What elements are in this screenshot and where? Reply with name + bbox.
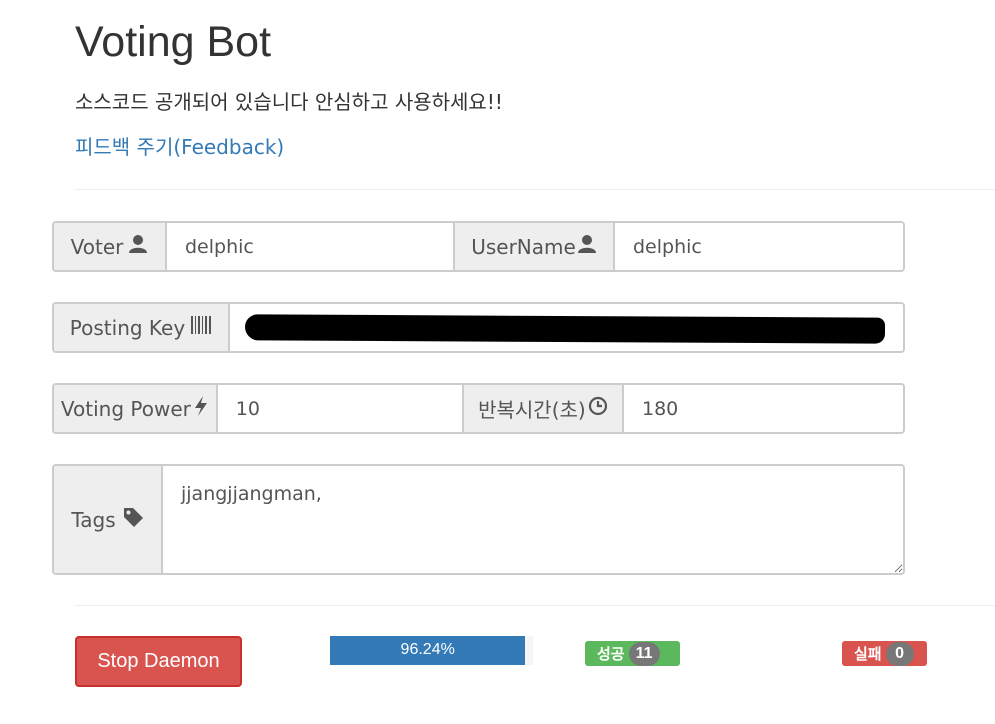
page: Voting Bot 소스코드 공개되어 있습니다 안심하고 사용하세요!! 피… xyxy=(0,0,995,724)
repeat-time-label: 반복시간(초) xyxy=(478,398,586,422)
page-subtitle: 소스코드 공개되어 있습니다 안심하고 사용하세요!! xyxy=(75,90,503,114)
fail-count-badge: 0 xyxy=(885,641,914,666)
username-label: UserName xyxy=(471,234,576,259)
fail-status: 실패 0 xyxy=(842,641,927,666)
stop-daemon-button[interactable]: Stop Daemon xyxy=(75,636,242,687)
header-divider xyxy=(75,189,995,190)
user-icon xyxy=(128,234,148,259)
feedback-link[interactable]: 피드백 주기(Feedback) xyxy=(75,131,284,160)
progress-bar-fill: 96.24% xyxy=(330,636,526,665)
user-icon xyxy=(577,234,597,259)
repeat-time-addon: 반복시간(초) xyxy=(461,385,624,432)
posting-key-addon: Posting Key xyxy=(54,304,230,351)
repeat-time-input[interactable] xyxy=(624,385,903,432)
voting-power-addon: Voting Power xyxy=(54,385,218,432)
redaction-mark xyxy=(244,314,886,344)
fail-label: 실패 xyxy=(854,645,882,663)
posting-key-label: Posting Key xyxy=(69,315,186,340)
voter-label: Voter xyxy=(70,234,124,259)
tags-label: Tags xyxy=(71,507,116,532)
success-count-badge: 11 xyxy=(628,641,660,666)
success-label: 성공 xyxy=(597,645,625,663)
voting-power-input[interactable] xyxy=(217,385,462,432)
tag-icon xyxy=(122,506,144,533)
power-time-group: Voting Power 반복시간(초) xyxy=(52,383,905,434)
username-addon: UserName xyxy=(453,223,615,270)
voter-username-group: Voter UserName xyxy=(52,221,905,272)
flash-icon xyxy=(193,395,209,422)
barcode-icon xyxy=(190,314,212,341)
voting-power-label: Voting Power xyxy=(60,396,191,421)
voter-addon: Voter xyxy=(54,223,167,270)
tags-addon: Tags xyxy=(54,466,163,573)
form-divider xyxy=(75,605,995,606)
progress-bar-track: 96.24% xyxy=(330,636,533,665)
success-status: 성공 11 xyxy=(585,641,680,666)
tags-group: Tags xyxy=(52,464,905,575)
voter-input[interactable] xyxy=(167,223,453,270)
clock-icon xyxy=(588,396,608,421)
page-title: Voting Bot xyxy=(75,18,272,66)
username-input[interactable] xyxy=(615,223,903,270)
tags-textarea[interactable] xyxy=(163,466,903,573)
